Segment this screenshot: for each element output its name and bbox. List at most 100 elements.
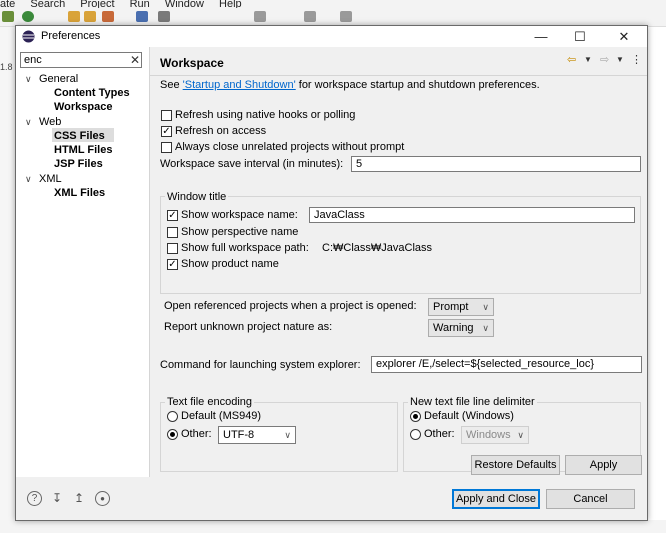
encoding-combo[interactable]: UTF-8 ∨ — [218, 426, 296, 444]
maximize-button[interactable]: ☐ — [560, 27, 600, 46]
save-interval-label: Workspace save interval (in minutes): — [160, 158, 344, 170]
nav-icon[interactable] — [158, 11, 170, 22]
toolbar-icon[interactable] — [2, 11, 14, 22]
window-icon[interactable] — [136, 11, 148, 22]
menu-search[interactable]: Search — [30, 0, 65, 8]
workspace-path-value: C:₩Class₩JavaClass — [322, 242, 433, 254]
show-product-name-label: Show product name — [181, 258, 279, 270]
menu-project[interactable]: Project — [80, 0, 114, 8]
intro-suffix: for workspace startup and shutdown prefe… — [295, 79, 540, 91]
close-unrelated-checkbox[interactable] — [161, 142, 172, 153]
help-icon[interactable]: ? — [27, 491, 42, 506]
show-workspace-name-checkbox[interactable]: ✓ — [167, 210, 178, 221]
tree-item-xml[interactable]: XML — [39, 173, 62, 185]
save-interval-input[interactable]: 5 — [351, 156, 641, 172]
view-menu-icon[interactable]: ⋮ — [631, 53, 642, 66]
show-full-path-checkbox[interactable] — [167, 243, 178, 254]
forward-menu-chevron-icon[interactable]: ▼ — [616, 55, 624, 64]
minimize-button[interactable]: — — [521, 27, 561, 46]
tree-item-general[interactable]: General — [39, 73, 78, 85]
encoding-default-label: Default (MS949) — [181, 410, 262, 422]
tree-item-jsp-files[interactable]: JSP Files — [54, 158, 103, 170]
forward-arrow-icon[interactable]: ⇨ — [600, 53, 609, 66]
unknown-nature-label: Report unknown project nature as: — [164, 321, 333, 333]
apply-and-close-button[interactable]: Apply and Close — [452, 489, 540, 509]
cancel-button[interactable]: Cancel — [546, 489, 635, 509]
pin-icon[interactable] — [340, 11, 352, 22]
open-referenced-value: Prompt — [433, 301, 469, 313]
chevron-down-icon[interactable]: ∨ — [25, 117, 32, 128]
show-product-name-checkbox[interactable]: ✓ — [167, 259, 178, 270]
oomph-icon[interactable]: ● — [95, 491, 110, 506]
chevron-down-icon: ∨ — [482, 323, 489, 333]
folder-icon[interactable] — [84, 11, 96, 22]
show-full-path-label: Show full workspace path: — [181, 242, 309, 254]
clear-filter-icon[interactable]: ✕ — [130, 53, 140, 67]
restore-defaults-button[interactable]: Restore Defaults — [471, 455, 560, 475]
intro-text: See 'Startup and Shutdown' for workspace… — [160, 79, 540, 91]
back-arrow-icon[interactable]: ⇦ — [567, 53, 576, 66]
back-icon[interactable] — [254, 11, 266, 22]
delimiter-combo[interactable]: Windows ∨ — [461, 426, 529, 444]
filter-input[interactable]: enc — [20, 52, 142, 68]
eclipse-icon — [22, 30, 35, 43]
preferences-dialog: Preferences — ☐ ✕ enc ✕ ∨ General Conten… — [15, 25, 648, 521]
menu-edit[interactable]: ate — [0, 0, 15, 8]
tree-item-web[interactable]: Web — [39, 116, 61, 128]
chevron-down-icon[interactable]: ∨ — [25, 74, 32, 85]
explorer-command-label: Command for launching system explorer: — [160, 359, 361, 371]
menu-run[interactable]: Run — [130, 0, 150, 8]
forward-icon[interactable] — [304, 11, 316, 22]
explorer-command-input[interactable]: explorer /E,/select=${selected_resource_… — [371, 356, 642, 373]
open-referenced-label: Open referenced projects when a project … — [164, 300, 417, 312]
menu-help[interactable]: Help — [219, 0, 242, 8]
preference-tree-pane: enc ✕ ∨ General Content Types Workspace … — [16, 47, 150, 477]
open-folder-icon[interactable] — [68, 11, 80, 22]
delimiter-default-label: Default (Windows) — [424, 410, 514, 422]
show-perspective-checkbox[interactable] — [167, 227, 178, 238]
tool-icon[interactable] — [102, 11, 114, 22]
tree-item-content-types[interactable]: Content Types — [54, 87, 130, 99]
page-title: Workspace — [160, 56, 224, 70]
show-perspective-label: Show perspective name — [181, 226, 299, 238]
workspace-page: Workspace ⇦ ▼ ⇨ ▼ ⋮ See 'Startup and Shu… — [150, 47, 647, 477]
startup-shutdown-link[interactable]: 'Startup and Shutdown' — [183, 79, 296, 91]
import-icon[interactable]: ↧ — [49, 491, 65, 505]
show-workspace-name-label: Show workspace name: — [181, 209, 298, 221]
tree-item-html-files[interactable]: HTML Files — [54, 144, 112, 156]
encoding-value: UTF-8 — [223, 429, 255, 441]
delimiter-value: Windows — [466, 429, 511, 441]
delimiter-other-radio[interactable] — [410, 429, 421, 440]
tree-item-css-files[interactable]: CSS Files — [54, 130, 105, 142]
dialog-title: Preferences — [41, 30, 101, 42]
open-referenced-combo[interactable]: Prompt ∨ — [428, 298, 494, 316]
run-icon[interactable] — [22, 11, 34, 22]
encoding-other-label: Other: — [181, 428, 212, 440]
workbench-menubar: ate Search Project Run Window Help — [0, 0, 666, 8]
menu-window[interactable]: Window — [165, 0, 204, 8]
workbench-bottom — [0, 520, 666, 533]
close-unrelated-label: Always close unrelated projects without … — [175, 141, 405, 153]
title-bar[interactable]: Preferences — ☐ ✕ — [16, 26, 647, 47]
workbench-left-edge — [0, 27, 16, 533]
chevron-down-icon: ∨ — [284, 430, 291, 440]
workspace-name-input[interactable]: JavaClass — [309, 207, 635, 223]
export-icon[interactable]: ↥ — [71, 491, 87, 505]
unknown-nature-combo[interactable]: Warning ∨ — [428, 319, 494, 337]
tree-item-xml-files[interactable]: XML Files — [54, 187, 105, 199]
apply-button[interactable]: Apply — [565, 455, 642, 475]
intro-prefix: See — [160, 79, 183, 91]
tree-item-workspace[interactable]: Workspace — [54, 101, 113, 113]
refresh-access-checkbox[interactable]: ✓ — [161, 126, 172, 137]
encoding-other-radio[interactable] — [167, 429, 178, 440]
encoding-default-radio[interactable] — [167, 411, 178, 422]
chevron-down-icon: ∨ — [482, 302, 489, 312]
back-menu-chevron-icon[interactable]: ▼ — [584, 55, 592, 64]
delimiter-default-radio[interactable] — [410, 411, 421, 422]
chevron-down-icon[interactable]: ∨ — [25, 174, 32, 185]
window-title-group-label: Window title — [165, 191, 229, 203]
editor-line-number: 1.8 — [0, 62, 13, 72]
delimiter-other-label: Other: — [424, 428, 455, 440]
close-button[interactable]: ✕ — [604, 27, 644, 46]
refresh-native-checkbox[interactable] — [161, 110, 172, 121]
